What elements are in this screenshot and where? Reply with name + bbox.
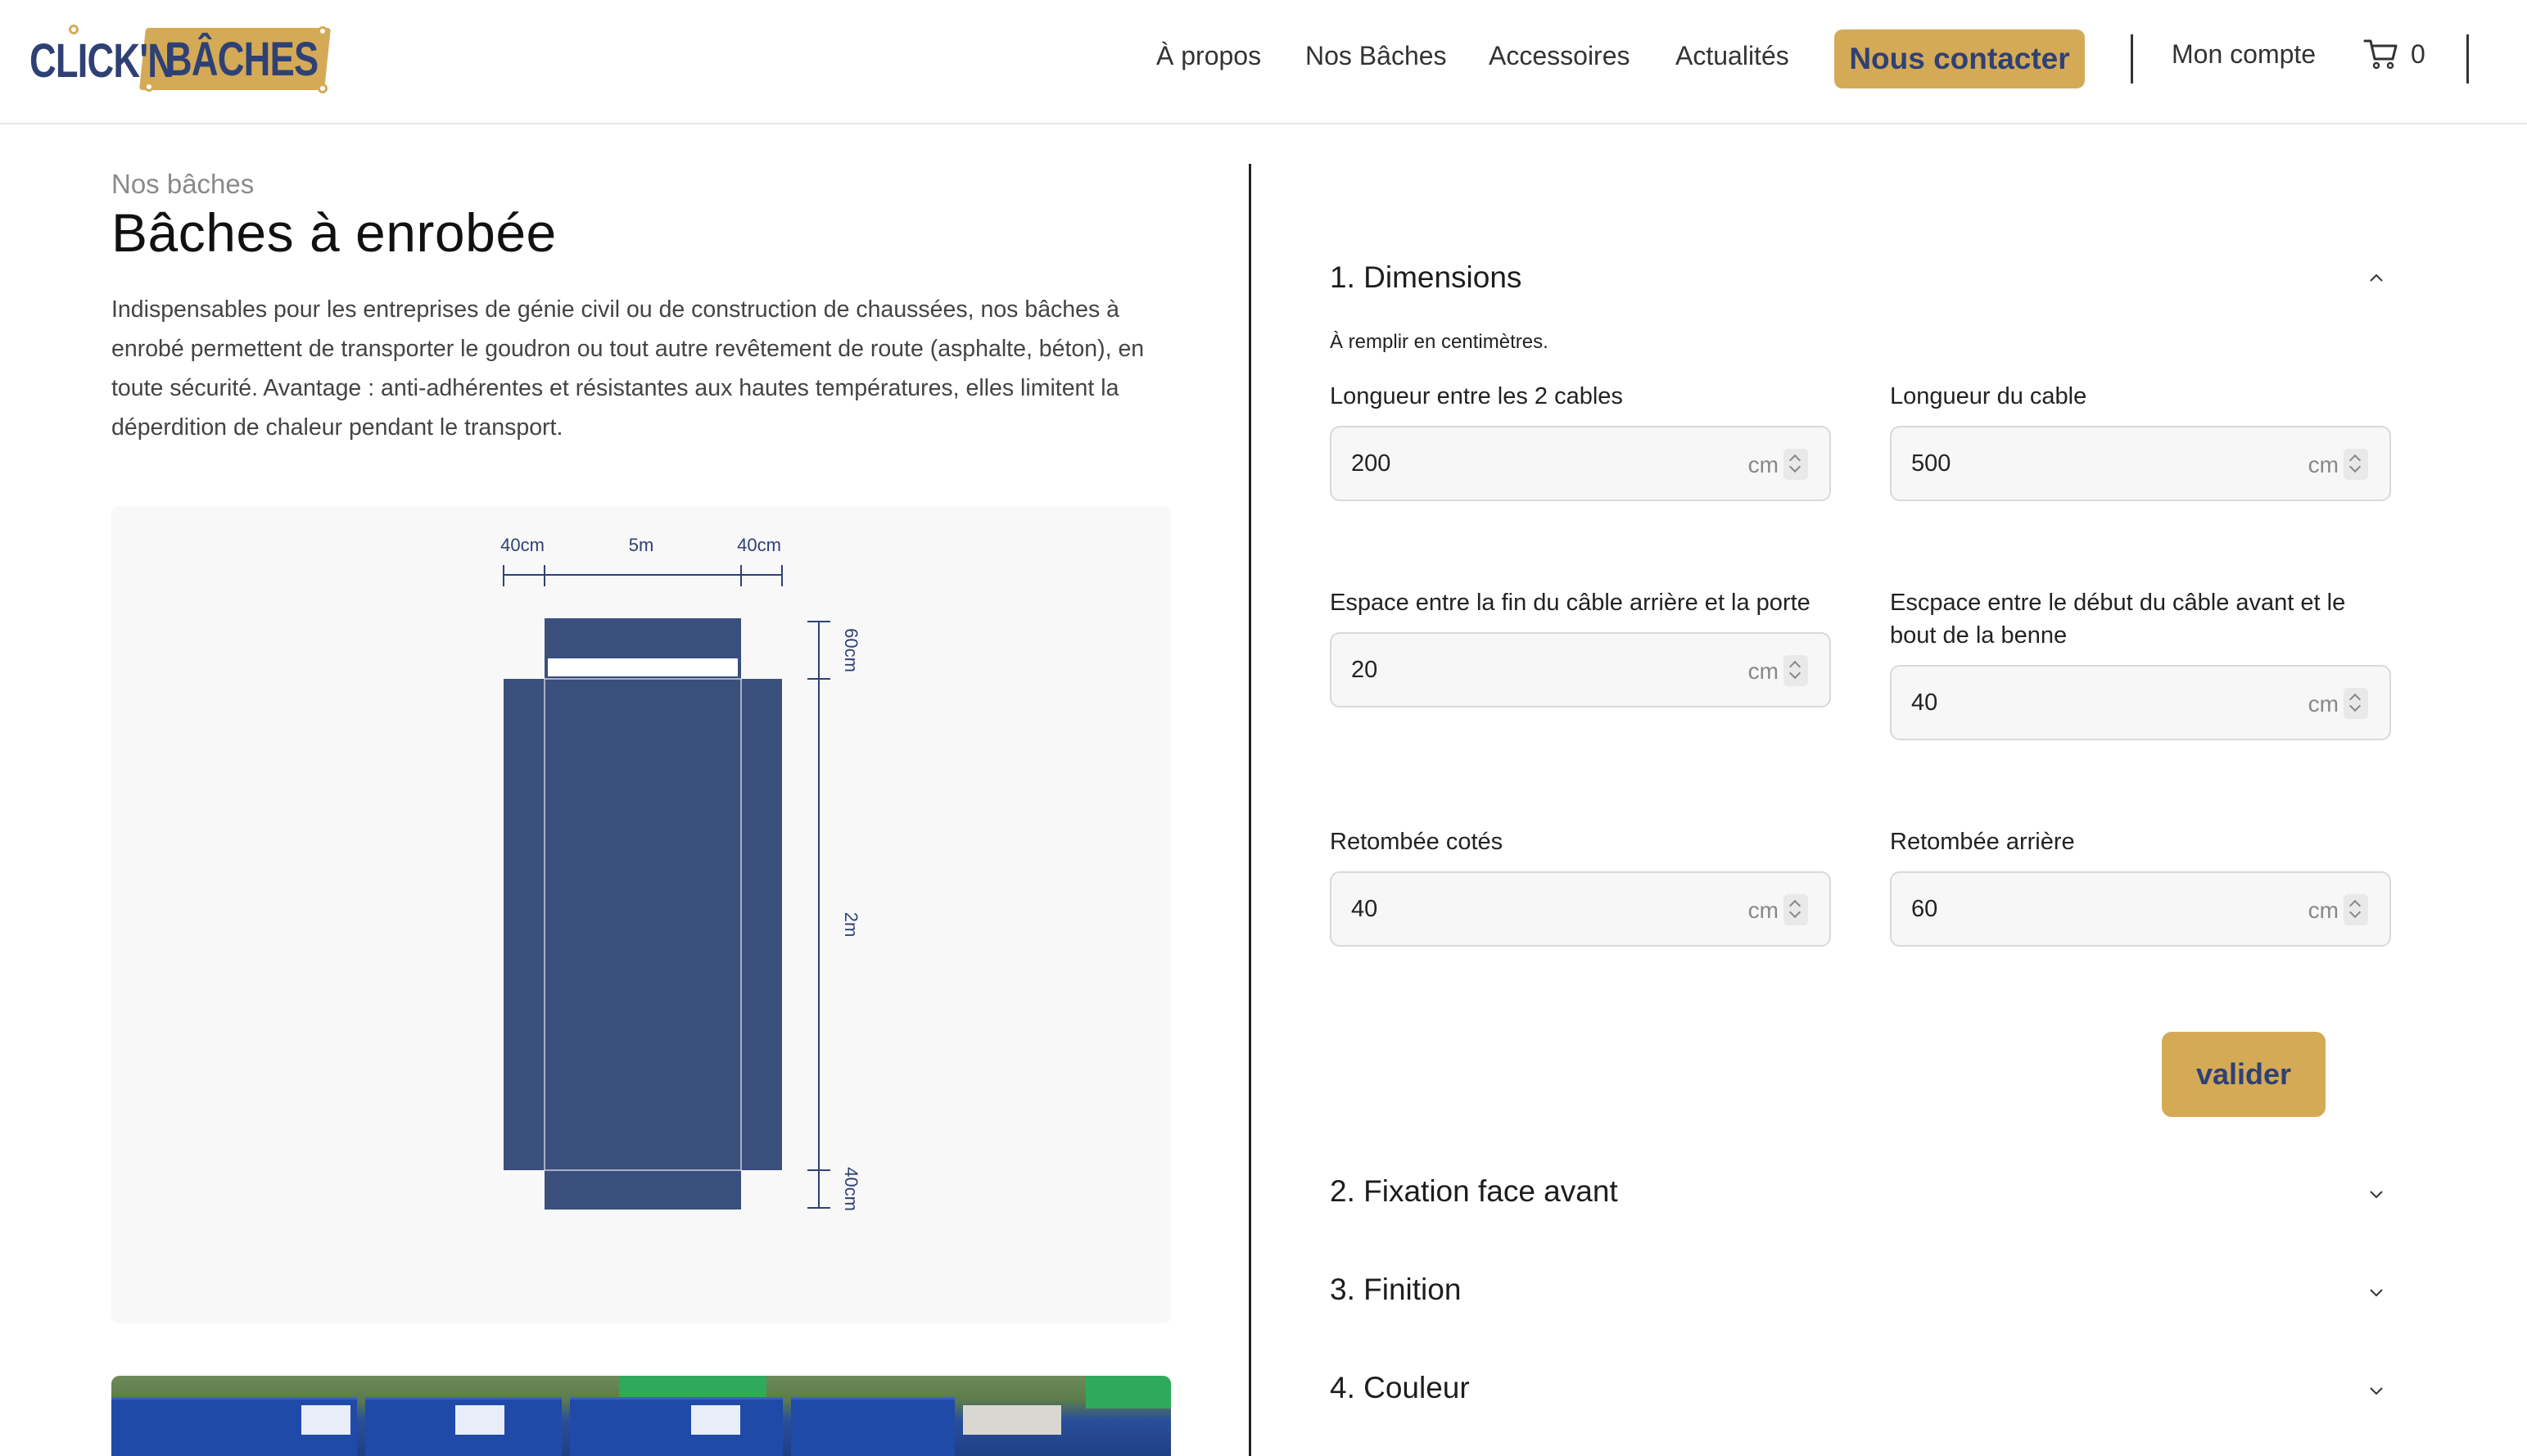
logo-pin [144, 82, 154, 92]
cart-icon[interactable] [2363, 38, 2399, 70]
nav-accessories[interactable]: Accessoires [1489, 41, 1630, 71]
field-label: Escpace entre le début du câble avant et… [1890, 590, 2346, 649]
contact-button[interactable]: Nous contacter [1834, 29, 2085, 88]
number-spinner[interactable] [1783, 894, 1808, 925]
page-title: Bâches à enrobée [111, 202, 557, 263]
section-dimensions-header[interactable]: 1. Dimensions [1330, 260, 1521, 295]
field-value: 20 [1351, 657, 1378, 683]
logo-pin [318, 26, 328, 36]
field-unit: cm [1747, 898, 1779, 923]
product-description: Indispensables pour les entreprises de g… [111, 296, 1145, 441]
nav-about[interactable]: À propos [1156, 41, 1261, 71]
section-color-header[interactable]: 4. Couleur [1330, 1371, 1470, 1405]
cart-count: 0 [2411, 39, 2425, 69]
column-divider [1249, 164, 1251, 1456]
front-cable-end-gap-input[interactable]: 40 cm [1890, 665, 2391, 740]
logo-pin [69, 25, 79, 34]
chevron-down-icon[interactable] [2367, 1381, 2386, 1400]
field-unit: cm [2308, 452, 2339, 477]
section-front-fixing-header[interactable]: 2. Fixation face avant [1330, 1174, 1618, 1209]
chevron-up-icon[interactable] [2367, 269, 2386, 288]
field-label: Longueur entre les 2 cables [1330, 383, 1623, 409]
field-unit: cm [2308, 691, 2339, 717]
logo[interactable]: CLICK'N BÂCHES [29, 25, 331, 95]
dim-label-side-bottom: 40cm [841, 1167, 861, 1211]
tarp-diagram-svg: 40cm 5m 40cm 60cm 2m 40cm [500, 535, 861, 1211]
field-value: 40 [1351, 896, 1378, 922]
dim-label-top-right: 40cm [737, 535, 781, 555]
logo-text-left: CLICK'N [29, 34, 174, 88]
logo-text-right: BÂCHES [165, 33, 319, 86]
number-spinner[interactable] [1783, 449, 1808, 480]
tarp-rear-flap [545, 1170, 741, 1210]
side-drop-input[interactable]: 40 cm [1330, 871, 1831, 947]
nav-divider [2131, 34, 2133, 84]
rear-drop-input[interactable]: 60 cm [1890, 871, 2391, 947]
number-spinner[interactable] [1783, 655, 1808, 686]
tarp-diagram: 40cm 5m 40cm 60cm 2m 40cm [111, 506, 1171, 1323]
nav-news[interactable]: Actualités [1675, 41, 1789, 71]
dim-label-side-top: 60cm [841, 628, 861, 672]
chevron-down-icon[interactable] [2367, 1184, 2386, 1204]
field-label: Espace entre la fin du câble arrière et … [1330, 590, 1810, 616]
field-value: 40 [1911, 690, 1938, 716]
field-value: 200 [1351, 450, 1391, 477]
tarp-front-band [548, 658, 738, 676]
account-link[interactable]: Mon compte [2172, 39, 2316, 70]
section-finish-header[interactable]: 3. Finition [1330, 1273, 1461, 1307]
nav-tarps[interactable]: Nos Bâches [1305, 41, 1447, 71]
field-label: Longueur du cable [1890, 383, 2087, 409]
site-header: CLICK'N BÂCHES À propos Nos Bâches Acces… [0, 0, 2527, 124]
field-label: Retombée arrière [1890, 829, 2075, 855]
tarp-body [504, 679, 782, 1170]
logo-pin [318, 84, 328, 93]
nav-divider [2466, 34, 2469, 84]
number-spinner[interactable] [2344, 449, 2368, 480]
field-unit: cm [2308, 898, 2339, 923]
number-spinner[interactable] [2344, 688, 2368, 719]
field-value: 500 [1911, 450, 1951, 477]
field-value: 60 [1911, 896, 1938, 922]
dim-label-top-left: 40cm [500, 535, 545, 555]
dim-label-side-middle: 2m [841, 912, 861, 938]
number-spinner[interactable] [2344, 894, 2368, 925]
field-unit: cm [1747, 658, 1779, 684]
rear-cable-door-gap-input[interactable]: 20 cm [1330, 632, 1831, 708]
field-unit: cm [1747, 452, 1779, 477]
cable-gap-input[interactable]: 200 cm [1330, 426, 1831, 501]
cable-length-input[interactable]: 500 cm [1890, 426, 2391, 501]
field-label: Retombée cotés [1330, 829, 1503, 855]
breadcrumb[interactable]: Nos bâches [111, 169, 254, 200]
product-photo [111, 1376, 1171, 1456]
units-note: À remplir en centimètres. [1330, 331, 1548, 353]
validate-button[interactable]: valider [2162, 1032, 2326, 1117]
dim-label-top-middle: 5m [629, 535, 654, 555]
chevron-down-icon[interactable] [2367, 1282, 2386, 1302]
